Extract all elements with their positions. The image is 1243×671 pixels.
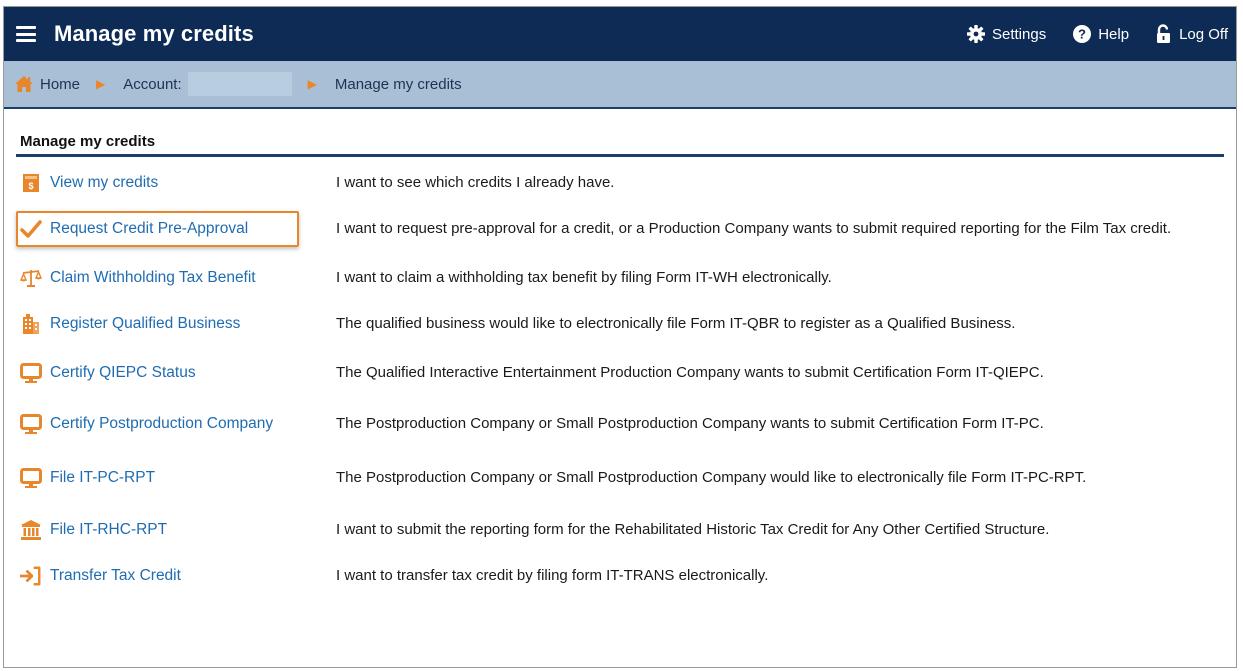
link-cell: Request Credit Pre-Approval (16, 218, 330, 240)
list-item: File IT-RHC-RPT I want to submit the rep… (16, 507, 1224, 553)
item-description: I want to request pre-approval for a cre… (336, 220, 1172, 237)
monitor-icon (20, 467, 42, 489)
checkmark-icon (20, 218, 42, 240)
svg-text:$: $ (28, 181, 33, 191)
link-cell: Certify QIEPC Status (16, 362, 330, 384)
logoff-button[interactable]: Log Off (1155, 24, 1228, 44)
certify-postproduction-company-link[interactable]: Certify Postproduction Company (50, 415, 273, 433)
settings-label: Settings (992, 25, 1047, 43)
item-description: I want to submit the reporting form for … (336, 521, 1050, 538)
breadcrumb-current: Manage my credits (334, 75, 462, 93)
item-description: The Qualified Interactive Entertainment … (336, 364, 1044, 381)
view-my-credits-link[interactable]: View my credits (50, 174, 158, 192)
chevron-right-icon: ▶ (307, 77, 317, 91)
item-description: I want to transfer tax credit by filing … (336, 567, 769, 584)
transfer-tax-credit-link[interactable]: Transfer Tax Credit (50, 567, 181, 585)
list-item: $ View my credits I want to see which cr… (16, 163, 1224, 203)
item-description: The qualified business would like to ele… (336, 315, 1016, 332)
monitor-icon (20, 413, 42, 435)
help-button[interactable]: ? Help (1072, 24, 1129, 44)
list-item: Register Qualified Business The qualifie… (16, 301, 1224, 347)
logoff-label: Log Off (1179, 25, 1228, 43)
redacted-account-number (187, 72, 292, 96)
link-cell: File IT-RHC-RPT (16, 519, 330, 541)
receipt-icon: $ (20, 172, 42, 194)
home-icon[interactable] (14, 75, 34, 93)
unlock-icon (1157, 24, 1171, 43)
link-cell: Certify Postproduction Company (16, 413, 330, 435)
scales-icon (20, 267, 42, 289)
item-description: The Postproduction Company or Small Post… (336, 469, 1087, 486)
monitor-icon (20, 362, 42, 384)
item-description: The Postproduction Company or Small Post… (336, 415, 1044, 432)
building-icon (20, 313, 42, 335)
link-cell: File IT-PC-RPT (16, 467, 330, 489)
settings-button[interactable]: Settings (966, 24, 1046, 44)
list-item: Request Credit Pre-Approval I want to re… (16, 203, 1224, 255)
list-item: Claim Withholding Tax Benefit I want to … (16, 255, 1224, 301)
help-icon: ? (1073, 25, 1092, 43)
app-title: Manage my credits (54, 21, 254, 46)
breadcrumb-account-link[interactable]: Account: (123, 76, 181, 93)
hamburger-menu-icon[interactable] (16, 26, 36, 42)
register-qualified-business-link[interactable]: Register Qualified Business (50, 315, 240, 333)
file-it-rhc-rpt-link[interactable]: File IT-RHC-RPT (50, 521, 167, 539)
transfer-arrow-icon (20, 565, 42, 587)
app-window: Manage my credits Settings ? Help Log Of… (3, 6, 1237, 668)
claim-withholding-tax-benefit-link[interactable]: Claim Withholding Tax Benefit (50, 269, 256, 287)
link-cell: Register Qualified Business (16, 313, 330, 335)
main-content: Manage my credits $ View my credits I wa… (4, 109, 1236, 599)
certify-qiepc-status-link[interactable]: Certify QIEPC Status (50, 364, 196, 382)
list-item: Transfer Tax Credit I want to transfer t… (16, 553, 1224, 599)
link-cell: Transfer Tax Credit (16, 565, 330, 587)
bank-icon (20, 519, 42, 541)
link-cell: $ View my credits (16, 172, 330, 194)
list-item: Certify QIEPC Status The Qualified Inter… (16, 347, 1224, 399)
file-it-pc-rpt-link[interactable]: File IT-PC-RPT (50, 469, 155, 487)
breadcrumb: Home ▶ Account: ▶ Manage my credits (4, 61, 1236, 109)
svg-text:?: ? (1078, 27, 1086, 42)
section-title: Manage my credits (16, 125, 1224, 157)
item-description: I want to see which credits I already ha… (336, 174, 615, 191)
breadcrumb-home-link[interactable]: Home (40, 76, 80, 93)
request-credit-pre-approval-link[interactable]: Request Credit Pre-Approval (50, 220, 248, 238)
top-header: Manage my credits Settings ? Help Log Of… (4, 7, 1236, 61)
header-actions: Settings ? Help Log Off (940, 7, 1228, 61)
chevron-right-icon: ▶ (96, 77, 106, 91)
credit-options-list: $ View my credits I want to see which cr… (16, 163, 1224, 599)
list-item: File IT-PC-RPT The Postproduction Compan… (16, 449, 1224, 507)
gear-icon (967, 25, 985, 43)
help-label: Help (1098, 25, 1130, 43)
link-cell: Claim Withholding Tax Benefit (16, 267, 330, 289)
list-item: Certify Postproduction Company The Postp… (16, 399, 1224, 449)
item-description: I want to claim a withholding tax benefi… (336, 269, 832, 286)
